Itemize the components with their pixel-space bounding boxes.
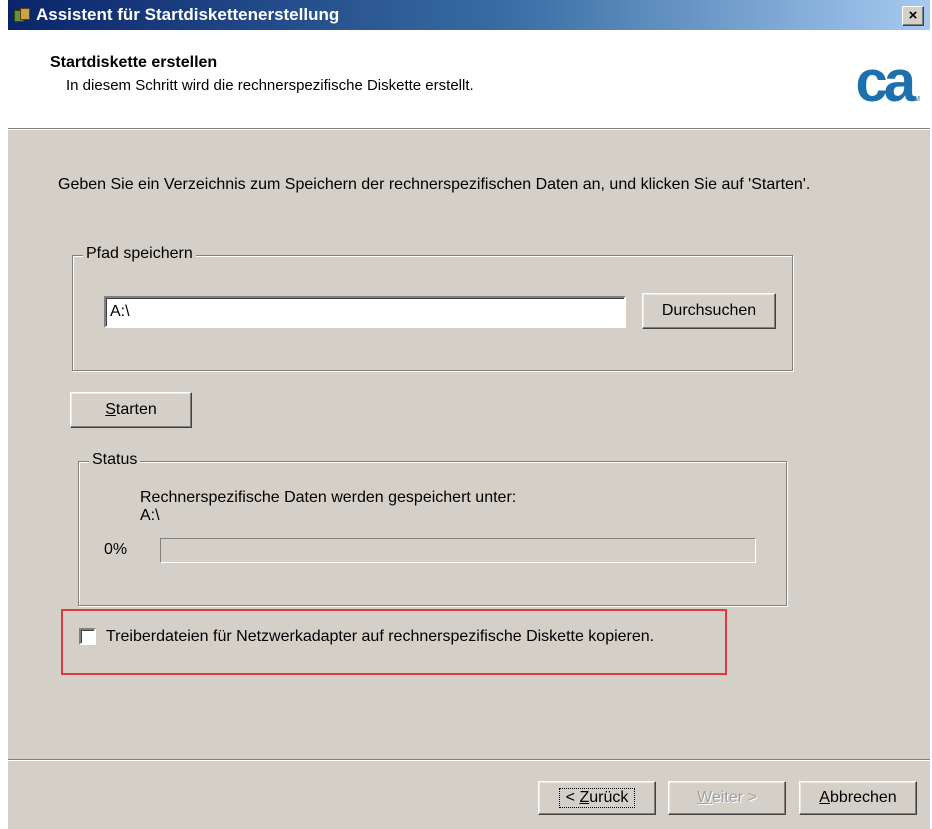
network-drivers-label[interactable]: Treiberdateien für Netzwerkadapter auf r… xyxy=(106,628,654,646)
wizard-window: Assistent für Startdiskettenerstellung ×… xyxy=(8,0,930,829)
save-path-input[interactable] xyxy=(104,296,626,328)
progress-bar xyxy=(160,538,756,563)
ca-logo: ca xyxy=(855,49,915,114)
wizard-header: Startdiskette erstellen In diesem Schrit… xyxy=(8,30,930,129)
wizard-app-icon xyxy=(12,6,30,24)
back-button[interactable]: < Zurück xyxy=(538,781,656,815)
cancel-accel: A xyxy=(819,789,830,806)
start-button[interactable]: Starten xyxy=(70,392,192,428)
next-button[interactable]: Weiter > xyxy=(668,781,786,815)
back-label-rest: urück xyxy=(589,789,629,806)
back-accel: Z xyxy=(579,789,590,806)
next-label-rest: eiter > xyxy=(711,789,757,806)
status-path: A:\ xyxy=(140,507,160,524)
title-bar[interactable]: Assistent für Startdiskettenerstellung × xyxy=(8,0,930,30)
status-message: Rechnerspezifische Daten werden gespeich… xyxy=(140,489,517,506)
close-button[interactable]: × xyxy=(902,6,924,26)
status-group-label: Status xyxy=(89,451,141,469)
window-title: Assistent für Startdiskettenerstellung xyxy=(36,5,340,24)
browse-button[interactable]: Durchsuchen xyxy=(642,293,776,329)
start-accel: S xyxy=(105,401,116,418)
logo-trademark: TM xyxy=(909,96,920,103)
next-accel: W xyxy=(697,789,712,806)
network-drivers-checkbox[interactable] xyxy=(79,628,96,645)
progress-percent: 0% xyxy=(104,541,128,558)
status-group: Status xyxy=(78,451,787,606)
save-path-group-label: Pfad speichern xyxy=(83,245,196,263)
step-title: Startdiskette erstellen xyxy=(50,54,218,71)
back-prefix: < xyxy=(565,789,580,806)
cancel-button[interactable]: Abbrechen xyxy=(799,781,917,815)
footer-separator xyxy=(8,759,930,761)
instructions-text: Geben Sie ein Verzeichnis zum Speichern … xyxy=(58,176,811,193)
start-label-rest: tarten xyxy=(115,401,157,418)
cancel-label-rest: bbrechen xyxy=(829,789,897,806)
step-subtitle: In diesem Schritt wird die rechnerspezif… xyxy=(66,77,474,94)
